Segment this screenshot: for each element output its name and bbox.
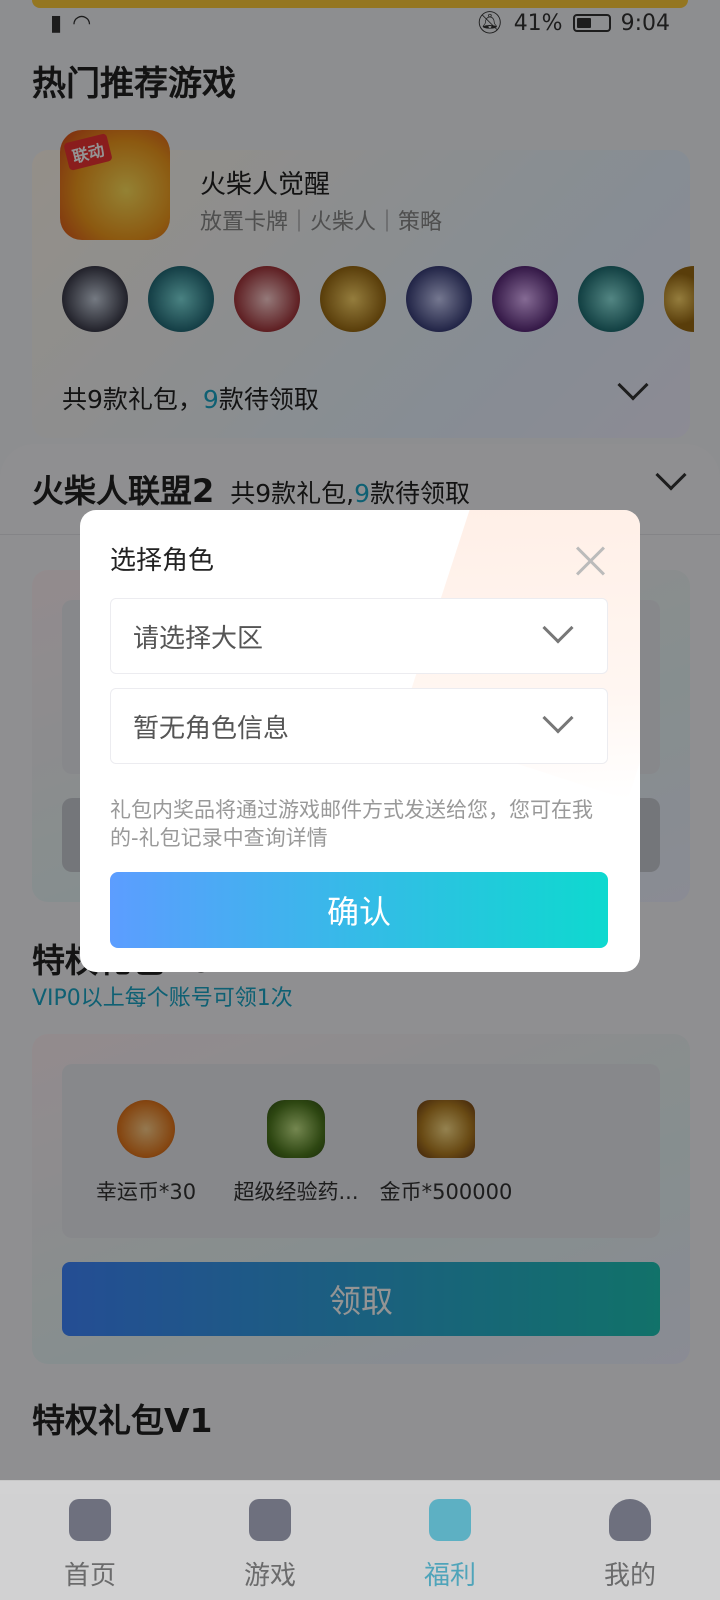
region-select[interactable]: 请选择大区 — [110, 598, 608, 674]
close-icon[interactable] — [574, 544, 606, 576]
gamepad-icon — [249, 1499, 291, 1541]
user-icon — [609, 1499, 651, 1541]
modal-title: 选择角色 — [110, 546, 215, 576]
role-select-placeholder: 暂无角色信息 — [133, 713, 290, 744]
chevron-down-icon — [542, 612, 574, 644]
star-icon — [69, 1499, 111, 1541]
nav-item-welfare[interactable]: 福利 — [360, 1481, 540, 1600]
gift-icon — [429, 1499, 471, 1541]
region-select-placeholder: 请选择大区 — [133, 623, 264, 654]
nav-item-games[interactable]: 游戏 — [180, 1481, 360, 1600]
confirm-button[interactable]: 确认 — [110, 872, 608, 948]
chevron-down-icon — [542, 702, 574, 734]
modal-hint: 礼包内奖品将通过游戏邮件方式发送给您，您可在我的-礼包记录中查询详情 — [110, 798, 593, 850]
nav-item-mine[interactable]: 我的 — [540, 1481, 720, 1600]
select-role-modal: 选择角色 请选择大区 暂无角色信息 礼包内奖品将通过游戏邮件方式发送给您，您可在… — [80, 510, 640, 972]
nav-item-home[interactable]: 首页 — [0, 1481, 180, 1600]
bottom-nav: 首页 游戏 福利 我的 — [0, 1480, 720, 1600]
role-select[interactable]: 暂无角色信息 — [110, 688, 608, 764]
